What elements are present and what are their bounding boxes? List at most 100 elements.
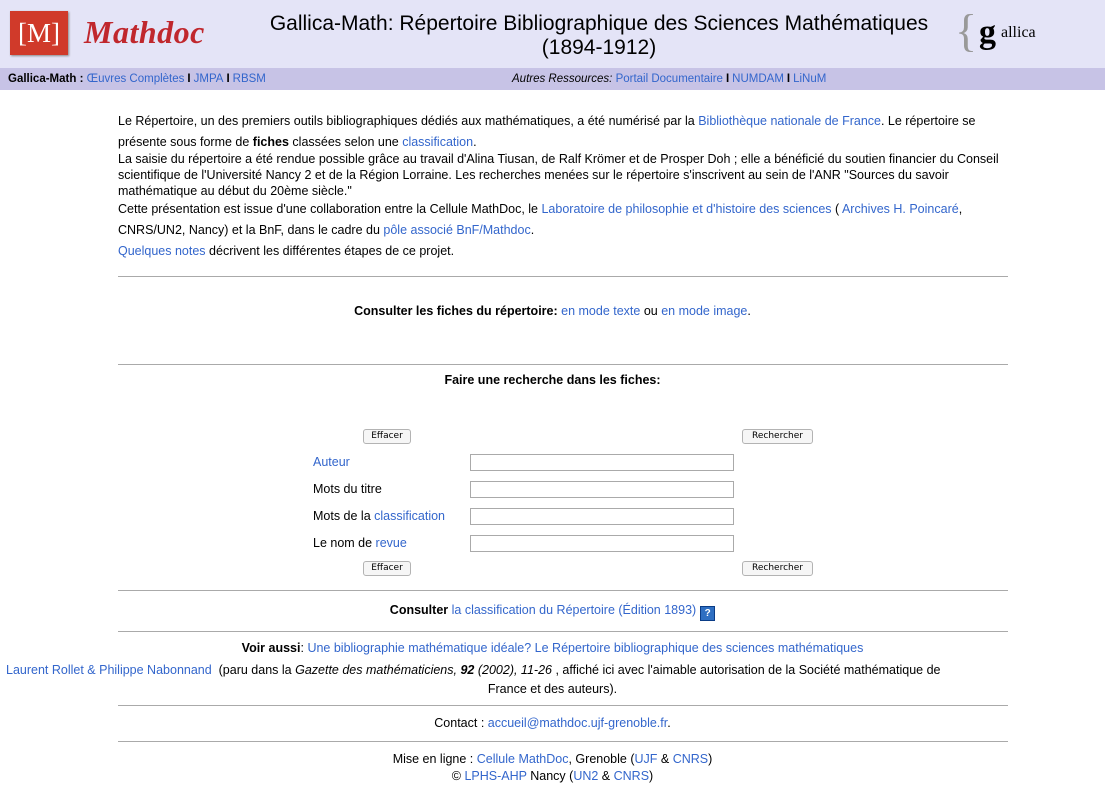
bnf-link[interactable]: Bibliothèque nationale de France [698, 114, 881, 128]
page-title: Gallica-Math: Répertoire Bibliographique… [269, 12, 929, 59]
journal-input[interactable] [470, 535, 734, 552]
journal-help-link[interactable]: revue [376, 536, 407, 550]
lphs-link[interactable]: Laboratoire de philosophie et d'histoire… [541, 202, 831, 216]
nav-bar: Gallica-Math : Œuvres Complètes I JMPA I RBS… [0, 68, 1105, 90]
mode-image-link[interactable]: en mode image [661, 304, 747, 318]
nav-separator: I [226, 73, 230, 85]
classification-label-text: Mots de la [313, 509, 375, 523]
classification-input[interactable] [470, 508, 734, 525]
see-also-citation-end: France et des auteurs). [487, 682, 618, 696]
classification-consult-label: Consulter [389, 603, 449, 617]
nav-link-rbsm[interactable]: RBSM [233, 73, 266, 85]
mathdoc-logo[interactable]: Mathdoc [84, 14, 205, 51]
author-input[interactable] [470, 454, 734, 471]
footer-text: ) [649, 769, 654, 783]
contact-line: Contact : accueil@mathdoc.ujf-grenoble.f… [0, 716, 1105, 730]
cellule-mathdoc-link[interactable]: Cellule MathDoc [477, 752, 569, 766]
contact-end: . [667, 716, 671, 730]
classification-label: Mots de la classification [313, 509, 445, 523]
brace-icon: { [955, 5, 978, 56]
ujf-link[interactable]: UJF [635, 752, 658, 766]
help-icon[interactable]: ? [700, 606, 716, 621]
mode-texte-link[interactable]: en mode texte [561, 304, 640, 318]
footer-text: Nancy ( [526, 769, 574, 783]
intro-paragraph-1: Le Répertoire, un des premiers outils bi… [118, 111, 1008, 153]
footer-text: ) [708, 752, 713, 766]
un2-link[interactable]: UN2 [573, 769, 598, 783]
authors-link[interactable]: Laurent Rollet & Philippe Nabonnand [6, 663, 212, 677]
cnrs-link[interactable]: CNRS [673, 752, 708, 766]
search-button-top[interactable]: Rechercher [742, 429, 813, 444]
nav-link-linum[interactable]: LiNuM [793, 73, 826, 85]
citation-pages: (2002), 11-26 [474, 663, 552, 677]
nav-resources-label: Autres Ressources: [512, 73, 613, 85]
footer-text: & [598, 769, 614, 783]
intro-text: Le Répertoire, un des premiers outils bi… [118, 111, 1008, 259]
search-button-bottom[interactable]: Rechercher [742, 561, 813, 576]
classification-repertoire-link[interactable]: la classification du Répertoire (Édition… [452, 603, 697, 617]
nav-separator: I [786, 73, 791, 85]
citation-journal: Gazette des mathématiciens, [295, 663, 457, 677]
contact-email-link[interactable]: accueil@mathdoc.ujf-grenoble.fr [488, 716, 667, 730]
consult-label: Consulter les fiches du répertoire: [354, 304, 558, 318]
intro-text-span: . [530, 223, 535, 237]
nav-separator: I [187, 73, 191, 85]
see-also-link[interactable]: Une bibliographie mathématique idéale? L… [307, 641, 863, 655]
pole-associe-link[interactable]: pôle associé BnF/Mathdoc [383, 223, 530, 237]
intro-bold-fiches: fiches [252, 135, 289, 149]
nav-left: Gallica-Math : Œuvres Complètes I JMPA I RBS… [8, 68, 266, 90]
search-heading-text: Faire une recherche dans les fiches: [444, 373, 661, 387]
nav-link-numdam[interactable]: NUMDAM [732, 73, 784, 85]
clear-button-bottom[interactable]: Effacer [363, 561, 411, 576]
footer-line-1: Mise en ligne : Cellule MathDoc, Grenobl… [0, 752, 1105, 766]
divider [118, 590, 1008, 591]
citation-text: (paru dans la [211, 663, 296, 677]
nav-link-oeuvres[interactable]: Œuvres Complètes [87, 73, 185, 85]
intro-text-span: . [473, 135, 477, 149]
gallica-logo-text: allica [1001, 24, 1036, 41]
nav-link-jmpa[interactable]: JMPA [194, 73, 224, 85]
copyright-text: © [451, 769, 465, 783]
divider [118, 741, 1008, 742]
title-input[interactable] [470, 481, 734, 498]
consult-end: . [747, 304, 751, 318]
nav-right: Autres Ressources: Portail Documentaire I… [512, 68, 826, 90]
cnrs-link-2[interactable]: CNRS [614, 769, 649, 783]
consult-or: ou [640, 304, 662, 318]
classification-help-link[interactable]: classification [374, 509, 445, 523]
search-heading: Faire une recherche dans les fiches: [0, 373, 1105, 387]
archives-poincare-link[interactable]: Archives H. Poincaré [842, 202, 959, 216]
footer-line-2: © LPHS-AHP Nancy (UN2 & CNRS) [0, 769, 1105, 783]
see-also-line: Voir aussi: Une bibliographie mathématiq… [241, 641, 864, 655]
journal-label: Le nom de revue [313, 536, 407, 550]
intro-text-span: classées selon une [288, 135, 403, 149]
intro-text-span: ( [831, 202, 842, 216]
clear-button-top[interactable]: Effacer [363, 429, 411, 444]
intro-text-span: Le Répertoire, un des premiers outils bi… [118, 114, 699, 128]
see-also-label: Voir aussi [241, 641, 301, 655]
nav-label: Gallica-Math : [8, 73, 84, 85]
author-label: Auteur [313, 455, 350, 469]
footer-text: Mise en ligne : [392, 752, 477, 766]
see-also-citation: Laurent Rollet & Philippe Nabonnand (par… [6, 663, 1105, 677]
lphs-ahp-link[interactable]: LPHS-AHP [464, 769, 526, 783]
citation-text: , affiché ici avec l'aimable autorisatio… [551, 663, 941, 677]
journal-label-text: Le nom de [313, 536, 376, 550]
notes-link[interactable]: Quelques notes [118, 244, 206, 258]
divider [118, 631, 1008, 632]
mathdoc-m-logo[interactable]: [M] [10, 11, 68, 55]
intro-paragraph-3: Cette présentation est issue d'une colla… [118, 199, 1008, 241]
intro-text-span: décrivent les différentes étapes de ce p… [205, 244, 455, 258]
footer-text: & [657, 752, 673, 766]
intro-paragraph-2: La saisie du répertoire a été rendue pos… [118, 152, 999, 198]
header-banner: [M] Mathdoc Gallica-Math: Répertoire Bib… [0, 0, 1105, 68]
divider [118, 705, 1008, 706]
divider [118, 364, 1008, 365]
author-help-link[interactable]: Auteur [313, 455, 350, 469]
nav-link-portail[interactable]: Portail Documentaire [616, 73, 723, 85]
intro-paragraph-4: Quelques notes décrivent les différentes… [118, 243, 1008, 259]
classification-line: Consulter la classification du Répertoir… [0, 603, 1105, 621]
classification-link[interactable]: classification [402, 135, 473, 149]
consult-line: Consulter les fiches du répertoire: en m… [0, 304, 1105, 318]
divider [118, 276, 1008, 277]
